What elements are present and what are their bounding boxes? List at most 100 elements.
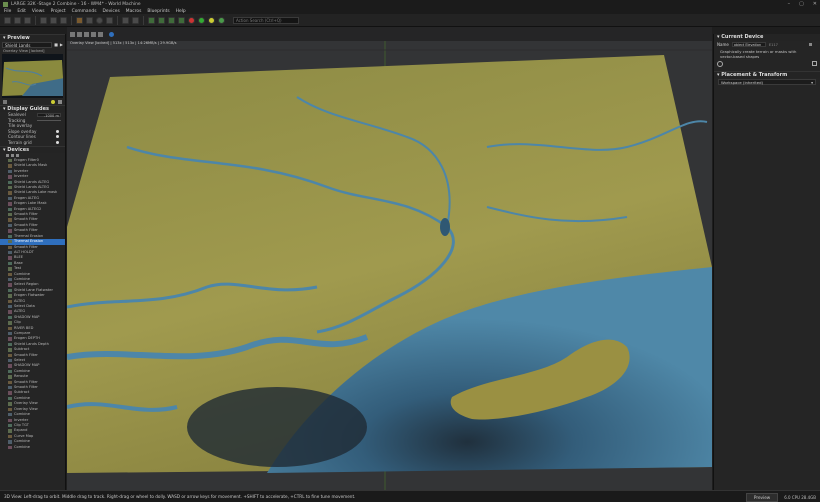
device-icon: [8, 353, 12, 358]
heightfield-icon[interactable]: [178, 16, 185, 24]
device-label: Thermal Erosion: [14, 233, 44, 238]
device-icon: [8, 277, 12, 282]
display-guides-header[interactable]: ▾ Display Guides: [0, 105, 65, 112]
world-icon[interactable]: [96, 16, 103, 24]
menu-edit[interactable]: Edit: [17, 9, 26, 14]
device-icon: [8, 418, 12, 422]
open-folder-icon[interactable]: [14, 16, 21, 24]
device-icon: [8, 213, 12, 217]
preview-button[interactable]: Preview: [745, 493, 779, 502]
slope-overlay-toggle[interactable]: [56, 129, 59, 133]
device-icon: [8, 402, 12, 406]
mask-view-icon[interactable]: [168, 16, 175, 24]
camera-mode-icon[interactable]: [77, 31, 82, 37]
device-icon: [8, 272, 12, 276]
menu-devices[interactable]: Devices: [102, 9, 119, 14]
device-label: Overlay View: [14, 401, 38, 406]
edit-shape-icon[interactable]: [717, 60, 723, 67]
device-label: Erogen Filter0: [14, 158, 39, 162]
3d-viewport[interactable]: Overlay View [locked] | 513x / 513x | 14…: [67, 27, 712, 490]
devices-header[interactable]: ▾ Devices: [0, 146, 65, 153]
workspace-select[interactable]: Workspace (inherited) ▾: [718, 78, 816, 85]
device-label: Erogen ALTEG2: [14, 206, 42, 211]
terrain-view-icon[interactable]: [148, 16, 155, 24]
maximize-button[interactable]: ▢: [799, 1, 804, 7]
menu-views[interactable]: Views: [32, 9, 45, 14]
device-icon: [8, 218, 12, 222]
yellow-sphere-icon[interactable]: [208, 16, 215, 24]
green-sphere-icon[interactable]: [198, 16, 205, 24]
save-icon[interactable]: [24, 16, 31, 24]
device-menu-icon[interactable]: [809, 43, 812, 46]
terrain-render[interactable]: [67, 27, 712, 490]
device-label: Inverter: [14, 417, 29, 422]
new-file-icon[interactable]: [4, 16, 11, 24]
cut-icon[interactable]: [60, 16, 67, 24]
action-search-input[interactable]: Action Search (Ctrl+Q): [233, 16, 299, 24]
3d-mode-icon[interactable]: [91, 31, 96, 37]
device-label: Subtract: [14, 390, 30, 395]
arrow-right-icon[interactable]: ▶: [60, 42, 63, 47]
viewport-status-label: Overlay View [locked] | 513x / 513x | 14…: [70, 41, 177, 45]
texture-view-icon[interactable]: [158, 16, 165, 24]
contour-lines-toggle[interactable]: [56, 135, 59, 139]
grid-view-icon[interactable]: [122, 16, 129, 24]
render-mode-icon[interactable]: [109, 31, 114, 37]
device-label: Smooth Filter: [14, 379, 38, 384]
device-icon: [8, 294, 12, 298]
workspace-icon[interactable]: [106, 16, 113, 24]
terrain-grid-toggle[interactable]: [56, 140, 59, 144]
sort-icon[interactable]: [11, 154, 14, 157]
preview-thumbnail[interactable]: [2, 54, 63, 98]
overlay-view-label: Overlay View [locked]: [3, 48, 45, 53]
current-device-header[interactable]: ▾ Current Device: [714, 34, 820, 41]
device-label: Combine: [14, 412, 30, 417]
render-sphere-icon[interactable]: [218, 16, 225, 24]
color-sphere-icon[interactable]: [188, 16, 195, 24]
left-panel: ▾ Preview Shield Lands ■ ▶ Overlay View …: [0, 34, 66, 490]
placement-transform-header[interactable]: ▾ Placement & Transform: [714, 70, 820, 78]
resource-usage: 6.0 CPU 28.4GB: [784, 495, 816, 500]
menu-file[interactable]: File: [4, 9, 11, 14]
build-icon[interactable]: [76, 16, 83, 24]
sun-icon[interactable]: [51, 100, 55, 104]
minimize-button[interactable]: –: [788, 1, 791, 7]
layout-icon[interactable]: [86, 16, 93, 24]
device-label: SHADOW MAP: [14, 363, 40, 368]
menu-help[interactable]: Help: [176, 9, 186, 14]
terrain-mode-icon[interactable]: [84, 31, 89, 37]
device-name-field[interactable]: object Elevation: [731, 42, 766, 47]
device-icon: [8, 380, 12, 385]
device-icon: [8, 202, 12, 206]
eye-icon[interactable]: [58, 100, 62, 104]
undo-icon[interactable]: [40, 16, 47, 24]
tile-view-icon[interactable]: [132, 16, 139, 24]
device-label: Combine: [14, 444, 30, 449]
menu-project[interactable]: Project: [51, 9, 66, 14]
view-mode-icon[interactable]: [70, 31, 75, 37]
menu-macros[interactable]: Macros: [126, 9, 142, 14]
redo-icon[interactable]: [50, 16, 57, 24]
terrain-grid-row[interactable]: Terrain grid: [0, 140, 65, 146]
device-icon: [8, 180, 12, 185]
menu-blueprints[interactable]: Blueprints: [147, 9, 169, 14]
tracking-slider[interactable]: [37, 119, 61, 121]
filter-icon[interactable]: [6, 154, 9, 157]
chevron-down-icon: ▾: [811, 79, 813, 85]
device-label: Expand: [14, 428, 28, 433]
menu-commands[interactable]: Commands: [72, 9, 97, 14]
close-button[interactable]: ✕: [813, 1, 817, 7]
device-label: ALTEG: [14, 298, 26, 303]
sealevel-field[interactable]: -1000 m: [37, 112, 61, 118]
device-icon: [8, 304, 12, 309]
group-icon[interactable]: [16, 154, 19, 157]
shape-settings-icon[interactable]: [812, 61, 817, 67]
preview-section-header[interactable]: ▾ Preview: [0, 34, 65, 41]
camera-icon[interactable]: [3, 100, 7, 104]
device-list-item[interactable]: Combine: [0, 445, 65, 450]
device-icon: [8, 223, 12, 228]
lock-icon[interactable]: ■: [54, 42, 58, 47]
device-icon: [8, 386, 12, 390]
preview-device-select[interactable]: Shield Lands: [2, 41, 53, 48]
settings-icon[interactable]: [98, 31, 103, 37]
